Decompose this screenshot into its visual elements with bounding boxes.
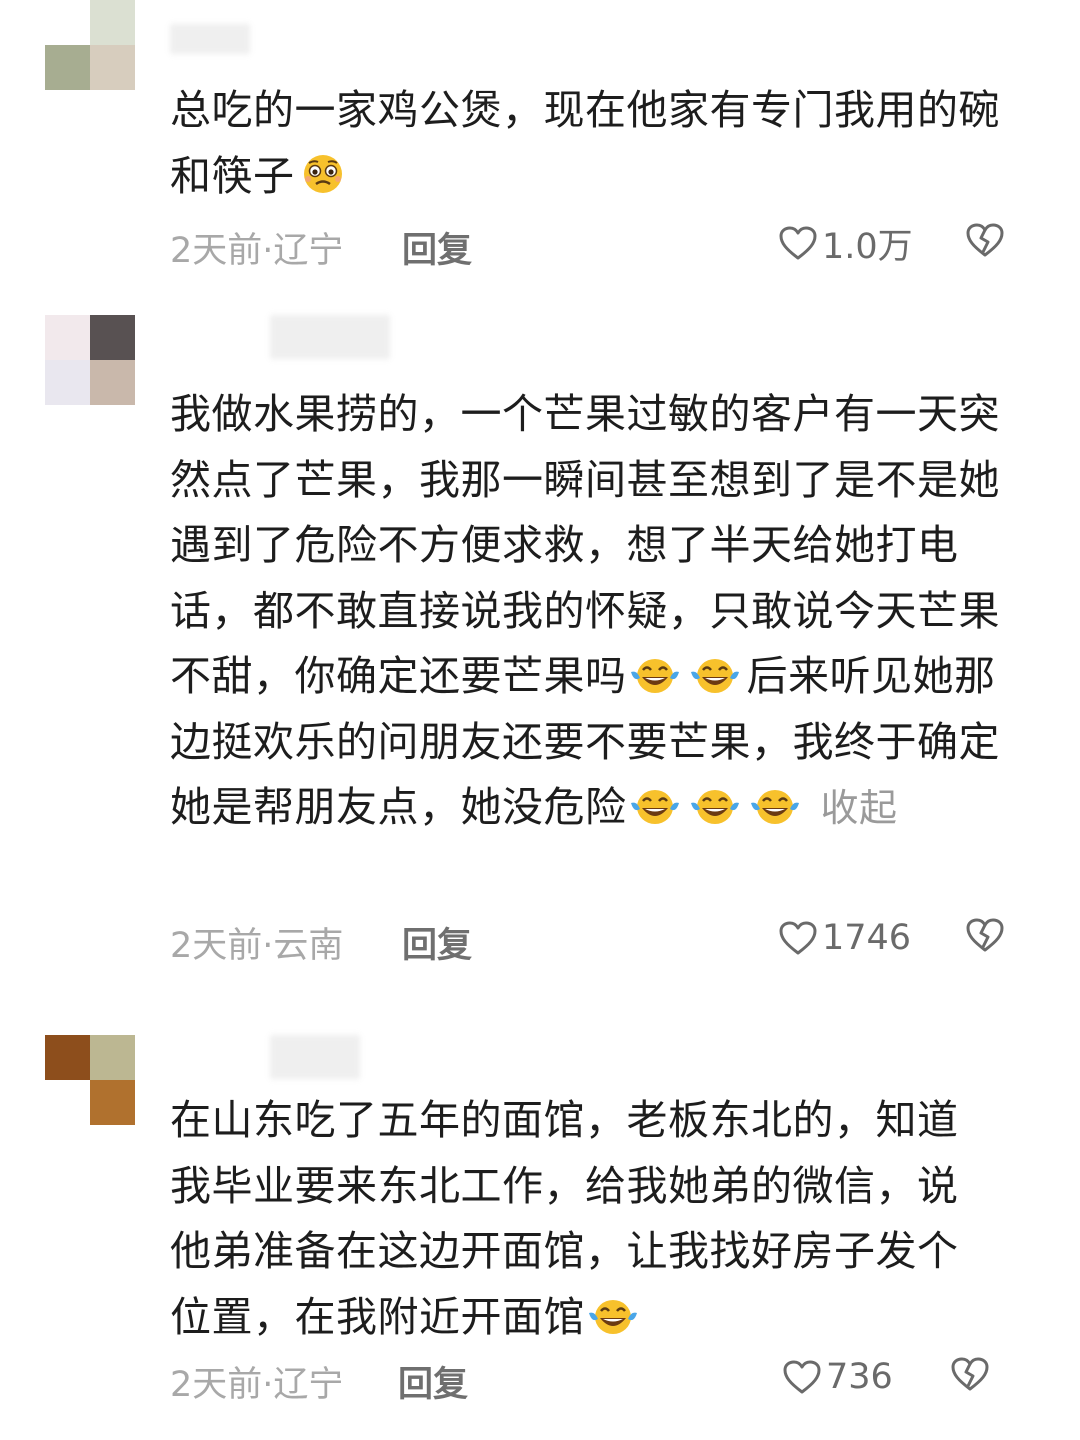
avatar-tile: [45, 0, 90, 45]
reply-button[interactable]: 回复: [402, 917, 472, 968]
comment-meta: 2天前·云南 回复 1746: [170, 913, 1020, 966]
avatar[interactable]: [45, 0, 135, 90]
heart-icon: [782, 1359, 822, 1395]
reply-button[interactable]: 回复: [398, 1356, 468, 1407]
dislike-button[interactable]: [965, 222, 1005, 267]
avatar-tile: [90, 0, 135, 45]
avatar-tile: [45, 45, 90, 90]
comment-meta: 2天前·辽宁 回复 1.0万: [170, 218, 1020, 271]
comment-body: 在山东吃了五年的面馆，老板东北的，知道我毕业要来东北工作，给我她弟的微信，说他弟…: [170, 1096, 959, 1341]
avatar[interactable]: [45, 315, 135, 405]
avatar-tile: [45, 1035, 90, 1080]
like-button[interactable]: 1.0万: [778, 218, 913, 268]
collapse-button[interactable]: 收起: [821, 786, 898, 830]
username-blurred[interactable]: [270, 315, 390, 359]
username-blurred[interactable]: [270, 1035, 360, 1079]
reply-button[interactable]: 回复: [402, 222, 472, 273]
broken-heart-icon: [950, 1356, 990, 1392]
joy-tears-icon: [749, 783, 801, 827]
avatar-tile: [45, 360, 90, 405]
like-count: 736: [826, 1357, 893, 1397]
dislike-button[interactable]: [965, 917, 1005, 962]
like-count: 1746: [822, 918, 912, 958]
avatar-tile: [90, 1080, 135, 1125]
joy-tears-icon: [689, 652, 741, 696]
username-blurred[interactable]: [170, 24, 250, 54]
like-count: 1.0万: [822, 226, 913, 267]
joy-tears-icon: [629, 652, 681, 696]
avatar-tile: [90, 315, 135, 360]
time-location: 2天前·辽宁: [170, 1365, 344, 1405]
time-location: 2天前·云南: [170, 926, 344, 966]
like-button[interactable]: 1746: [778, 913, 911, 963]
comment-text: 总吃的一家鸡公煲，现在他家有专门我用的碗和筷子: [170, 78, 1020, 209]
joy-tears-icon: [689, 783, 741, 827]
broken-heart-icon: [965, 222, 1005, 258]
like-button[interactable]: 736: [782, 1352, 893, 1402]
avatar-tile: [45, 1080, 90, 1125]
avatar-tile: [90, 45, 135, 90]
avatar-tile: [90, 360, 135, 405]
broken-heart-icon: [965, 917, 1005, 953]
joy-tears-icon: [587, 1293, 639, 1337]
heart-icon: [778, 225, 818, 261]
time-location: 2天前·辽宁: [170, 231, 344, 271]
avatar[interactable]: [45, 1035, 135, 1125]
joy-tears-icon: [629, 783, 681, 827]
comment-text: 我做水果捞的，一个芒果过敏的客户有一天突然点了芒果，我那一瞬间甚至想到了是不是她…: [170, 382, 1020, 842]
comment-body: 总吃的一家鸡公煲，现在他家有专门我用的碗和筷子: [170, 86, 1000, 200]
pleading-face-icon: [297, 152, 349, 196]
dislike-button[interactable]: [950, 1356, 990, 1401]
heart-icon: [778, 920, 818, 956]
avatar-tile: [90, 1035, 135, 1080]
comment-meta: 2天前·辽宁 回复 736: [170, 1352, 1020, 1405]
avatar-tile: [45, 315, 90, 360]
comment-text: 在山东吃了五年的面馆，老板东北的，知道我毕业要来东北工作，给我她弟的微信，说他弟…: [170, 1088, 960, 1350]
